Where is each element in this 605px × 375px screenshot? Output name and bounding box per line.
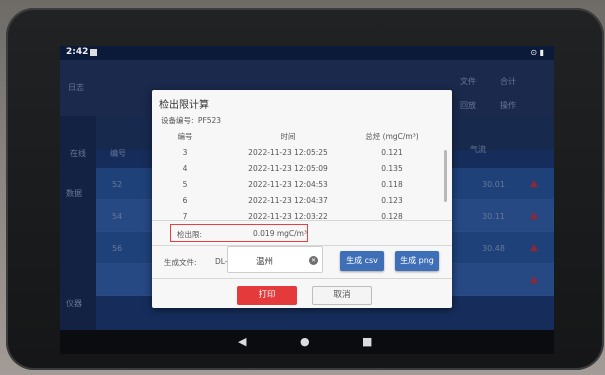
recents-icon[interactable]: ■ [362,335,372,349]
header-number: 编号 [177,132,193,141]
row-number: 6 [182,196,188,205]
table-header: 编号 时间 总烃 (mgC/m³) [152,131,452,143]
notification-icon [90,49,97,56]
navigation-bar: ◀ ● ■ [60,330,554,354]
home-icon[interactable]: ● [300,335,310,349]
row-value: 0.121 [381,148,403,157]
divider [152,220,452,221]
row-time: 2022-11-23 12:05:09 [248,164,328,173]
row-time: 2022-11-23 12:03:22 [248,212,328,220]
row-number: 4 [182,164,188,173]
print-button[interactable]: 打印 [237,286,297,305]
generate-csv-button[interactable]: 生成 csv [340,251,384,271]
table-row[interactable]: 7 2022-11-23 12:03:22 0.128 [152,212,452,220]
generate-png-button[interactable]: 生成 png [395,251,439,271]
dialog-title: 检出限计算 [159,100,209,111]
row-number: 3 [182,148,188,157]
status-icons: ⊙ ▮ [530,48,544,57]
generate-file-label: 生成文件: [164,258,197,267]
detection-limit-value: 0.019 mgC/m³ [253,229,307,238]
back-icon[interactable]: ◀ [238,335,246,349]
row-value: 0.123 [381,196,403,205]
tablet-device: 2:42 ⊙ ▮ 日志 文件 合计 回放 操作 数据 仪器 在线 编号 气流 5… [6,8,604,370]
file-name-input[interactable]: 温州 ✕ [227,246,323,273]
divider [152,278,452,279]
table-row[interactable]: 5 2022-11-23 12:04:53 0.118 [152,180,452,196]
row-time: 2022-11-23 12:05:25 [248,148,328,157]
cancel-button[interactable]: 取消 [312,286,372,305]
status-bar: 2:42 ⊙ ▮ [60,46,554,60]
row-number: 7 [182,212,188,220]
header-total-hydrocarbon: 总烃 (mgC/m³) [365,132,419,141]
detection-limit-label: 检出限: [177,230,203,239]
row-number: 5 [182,180,188,189]
table-scrollbar[interactable] [444,150,447,202]
device-label: 设备编号: [161,116,194,125]
row-value: 0.118 [381,180,403,189]
detection-limit-box: 检出限: 0.019 mgC/m³ [170,224,308,242]
device-number-row: 设备编号: PF523 [159,115,221,126]
file-name-value: 温州 [256,257,274,267]
table-row[interactable]: 3 2022-11-23 12:05:25 0.121 [152,148,452,164]
status-time: 2:42 [66,47,89,57]
row-value: 0.128 [381,212,403,220]
file-prefix: DL- [215,257,228,266]
clear-icon[interactable]: ✕ [309,256,318,265]
detection-limit-dialog: 检出限计算 设备编号: PF523 编号 时间 总烃 (mgC/m³) 3 20… [152,90,452,308]
table-row[interactable]: 6 2022-11-23 12:04:37 0.123 [152,196,452,212]
row-time: 2022-11-23 12:04:37 [248,196,328,205]
row-value: 0.135 [381,164,403,173]
table-row[interactable]: 4 2022-11-23 12:05:09 0.135 [152,164,452,180]
results-table[interactable]: 3 2022-11-23 12:05:25 0.121 4 2022-11-23… [152,148,452,220]
tablet-screen: 2:42 ⊙ ▮ 日志 文件 合计 回放 操作 数据 仪器 在线 编号 气流 5… [60,46,554,354]
row-time: 2022-11-23 12:04:53 [248,180,328,189]
header-time: 时间 [280,132,296,141]
device-id: PF523 [197,116,222,125]
